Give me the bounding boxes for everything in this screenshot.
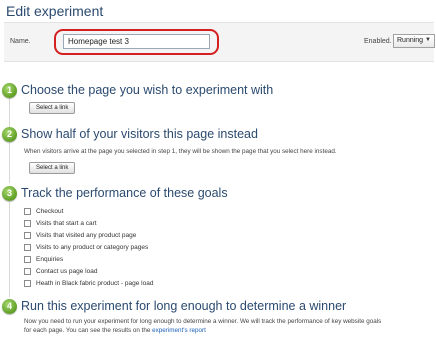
step-4-badge: 4	[2, 299, 17, 314]
experiment-name-input[interactable]: Homepage test 3	[63, 34, 210, 49]
step-4-description-line-2: for each page. You can see the results o…	[24, 326, 381, 335]
goal-item[interactable]: Enquiries	[24, 254, 63, 264]
goal-label: Contact us page load	[36, 267, 98, 275]
step-3-title: Track the performance of these goals	[21, 186, 228, 200]
step-connector	[9, 202, 10, 297]
enabled-status-select[interactable]: Running ▼	[393, 34, 435, 48]
goal-item[interactable]: Contact us page load	[24, 266, 97, 276]
goal-item[interactable]: Heath in Black fabric product - page loa…	[24, 278, 153, 288]
step-2-description: When visitors arrive at the page you sel…	[24, 148, 337, 155]
step-1-select-link-button[interactable]: Select a link	[29, 102, 76, 114]
goal-checkbox[interactable]	[24, 267, 31, 275]
step-connector	[9, 143, 10, 183]
page-title: Edit experiment	[6, 3, 104, 19]
step-3-badge: 3	[2, 186, 17, 201]
name-label: Name.	[10, 38, 31, 45]
step-1-title: Choose the page you wish to experiment w…	[21, 83, 274, 97]
goal-checkbox[interactable]	[24, 207, 31, 215]
goal-item[interactable]: Visits that start a cart	[24, 218, 97, 228]
goal-item[interactable]: Visits to any product or category pages	[24, 242, 148, 252]
goal-checkbox[interactable]	[24, 219, 31, 227]
goal-item[interactable]: Checkout	[24, 206, 63, 216]
experiment-settings-bar: Name. Homepage test 3 Enabled. Running ▼	[4, 22, 435, 62]
step-4-description: Now you need to run your experiment for …	[24, 317, 381, 335]
goal-checkbox[interactable]	[24, 255, 31, 263]
goal-label: Enquiries	[36, 255, 64, 263]
step-4-description-text: for each page. You can see the results o…	[24, 327, 151, 334]
goal-item[interactable]: Visits that visited any product page	[24, 230, 136, 240]
step-1-badge: 1	[2, 83, 17, 98]
step-2-badge: 2	[2, 127, 17, 142]
enabled-status-value: Running	[397, 37, 424, 44]
enabled-label: Enabled.	[364, 38, 392, 45]
step-connector	[9, 98, 10, 128]
experiment-report-link[interactable]: experiment's report	[152, 327, 206, 334]
step-2-title: Show half of your visitors this page ins…	[21, 127, 258, 141]
goal-label: Visits that visited any product page	[36, 231, 137, 239]
step-4-title: Run this experiment for long enough to d…	[21, 299, 347, 313]
goal-checkbox[interactable]	[24, 279, 31, 287]
step-2-select-link-button[interactable]: Select a link	[29, 162, 76, 174]
goal-checkbox[interactable]	[24, 243, 31, 251]
chevron-down-icon: ▼	[425, 37, 431, 43]
goal-label: Heath in Black fabric product - page loa…	[36, 279, 154, 287]
step-4-description-line-1: Now you need to run your experiment for …	[24, 318, 382, 325]
goal-label: Visits that start a cart	[36, 219, 97, 227]
goal-label: Checkout	[36, 207, 64, 215]
goal-checkbox[interactable]	[24, 231, 31, 239]
goal-label: Visits to any product or category pages	[36, 243, 149, 251]
